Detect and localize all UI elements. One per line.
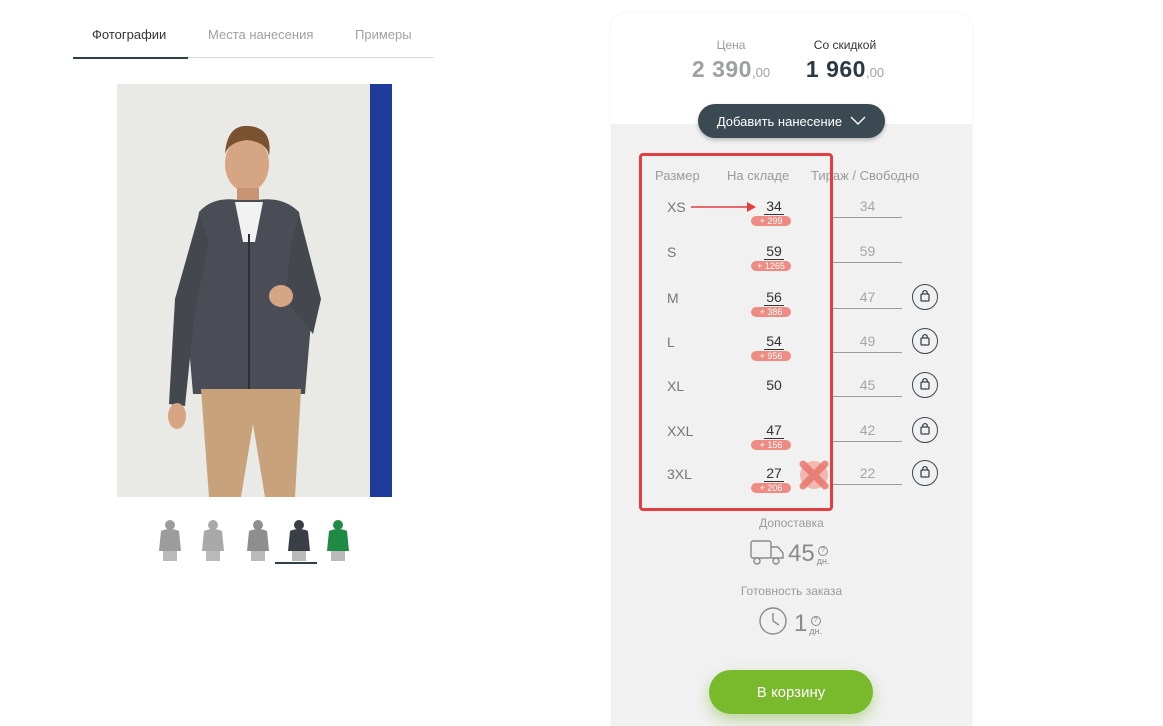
quantity-input[interactable]: 34 [833, 198, 902, 218]
thumbnail-item[interactable] [157, 517, 183, 561]
add-print-label: Добавить нанесение [716, 113, 843, 129]
lock-icon [918, 464, 932, 483]
discount-price-value: 1 960 [805, 56, 866, 82]
red-arrow-annotation [691, 202, 756, 212]
chevron-down-icon [850, 116, 866, 125]
add-print-button[interactable]: Добавить нанесение [698, 104, 885, 138]
lock-button[interactable] [912, 460, 938, 486]
thumbnail-item[interactable] [325, 517, 351, 561]
readiness-label: Готовность заказа [740, 584, 843, 598]
quantity-input[interactable]: 49 [833, 333, 902, 353]
redacted-mark [799, 460, 829, 490]
lock-button[interactable] [912, 284, 938, 310]
lock-icon [918, 421, 932, 440]
lock-icon [918, 288, 932, 307]
help-icon[interactable]: ? [818, 546, 829, 556]
thumbnail-strip [155, 515, 365, 565]
discount-price: Со скидкой 1 960,00 [797, 38, 893, 83]
thumbnail-item[interactable] [286, 517, 312, 561]
add-to-cart-button[interactable]: В корзину [709, 670, 873, 714]
quantity-input[interactable]: 42 [833, 422, 902, 442]
quantity-input[interactable]: 59 [833, 243, 902, 263]
clock-icon [759, 607, 787, 635]
lock-button[interactable] [912, 372, 938, 398]
base-price: Цена 2 390,00 [691, 38, 771, 83]
tab-photos[interactable]: Фотографии [92, 27, 166, 42]
active-thumbnail-indicator [275, 562, 317, 564]
lock-button[interactable] [912, 417, 938, 443]
help-icon[interactable]: ? [810, 616, 821, 626]
readiness-value: 1 ? дн. [758, 606, 822, 636]
active-tab-indicator [73, 57, 188, 59]
photo-background-stripe [370, 84, 392, 497]
thumbnail-item[interactable] [245, 517, 271, 561]
add-to-cart-label: В корзину [756, 683, 826, 701]
readiness-days: 1 [794, 610, 808, 637]
discount-price-label: Со скидкой [813, 38, 877, 52]
truck-icon [750, 540, 784, 565]
lock-icon [918, 332, 932, 351]
model-hoodie-illustration [168, 125, 321, 497]
lock-icon [918, 376, 932, 395]
purchase-card: Цена 2 390,00 Со скидкой 1 960,00 Добави… [611, 14, 972, 726]
quantity-input[interactable]: 47 [833, 289, 902, 309]
tab-examples[interactable]: Примеры [355, 27, 412, 42]
delivery-days: 45 [788, 540, 815, 567]
quantity-input[interactable]: 22 [833, 465, 902, 485]
gallery-tabs: Фотографии Места нанесения Примеры [73, 24, 434, 59]
discount-price-cents: ,00 [865, 65, 885, 80]
base-price-label: Цена [716, 38, 746, 52]
base-price-value: 2 390 [691, 56, 752, 82]
delivery-unit: дн. [816, 556, 830, 566]
thumbnail-item[interactable] [200, 517, 226, 561]
lock-button[interactable] [912, 328, 938, 354]
readiness-unit: дн. [809, 626, 823, 636]
delivery-label: Допоставка [759, 516, 824, 530]
base-price-cents: ,00 [751, 65, 771, 80]
tab-print-places[interactable]: Места нанесения [208, 27, 313, 42]
product-photo[interactable] [117, 84, 392, 497]
delivery-value: 45 ? дн. [750, 538, 829, 566]
quantity-input[interactable]: 45 [833, 377, 902, 397]
